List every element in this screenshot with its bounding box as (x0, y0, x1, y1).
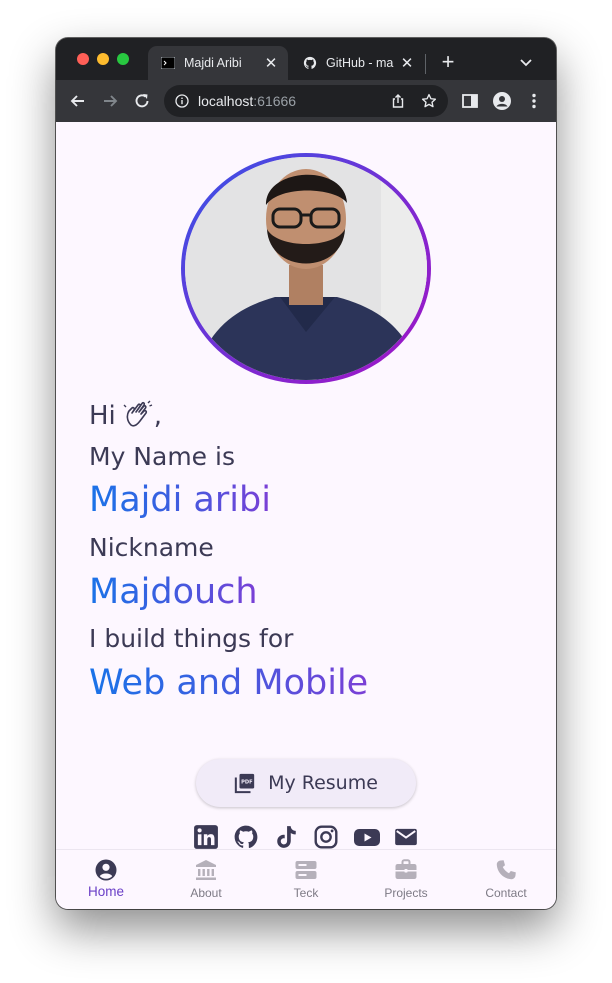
linkedin-icon[interactable] (193, 824, 219, 850)
close-tab-icon[interactable]: ✕ (260, 54, 282, 72)
name-value: Majdi aribi (89, 480, 271, 520)
kebab-menu-icon[interactable] (524, 91, 544, 111)
nav-item-contact[interactable]: Contact (456, 850, 556, 909)
nav-item-about[interactable]: About (156, 850, 256, 909)
phone-icon (494, 858, 518, 882)
nav-item-label: Teck (293, 886, 319, 900)
info-icon[interactable] (175, 94, 189, 108)
tab-majdi-aribi[interactable]: Majdi Aribi ✕ (148, 46, 288, 80)
back-icon[interactable] (68, 91, 88, 111)
social-links (193, 824, 423, 852)
page-content: Hi, My Name is Majdi aribi Nickname Majd… (56, 122, 556, 909)
new-tab-icon[interactable]: + (437, 50, 459, 74)
share-icon[interactable] (390, 93, 406, 109)
name-label: My Name is (89, 442, 235, 471)
bookmark-star-icon[interactable] (420, 92, 438, 110)
tab-title: GitHub - ma (326, 56, 394, 70)
mail-icon[interactable] (393, 824, 419, 850)
bottom-navigation: Home About Teck Projects Contact (56, 849, 556, 909)
address-bar[interactable]: localhost:61666 (164, 85, 448, 117)
terminal-icon (161, 56, 175, 70)
instagram-icon[interactable] (313, 824, 339, 850)
github-icon[interactable] (233, 824, 259, 850)
browser-window: Majdi Aribi ✕ GitHub - ma ✕ + localhost:… (56, 38, 556, 909)
build-value: Web and Mobile (89, 663, 369, 703)
nickname-value: Majdouch (89, 572, 258, 612)
profile-icon[interactable] (492, 91, 512, 111)
reload-icon[interactable] (132, 91, 152, 111)
chevron-down-icon[interactable] (516, 52, 536, 72)
waving-hand-icon (122, 399, 154, 429)
youtube-icon[interactable] (353, 824, 381, 850)
greeting-text: Hi (89, 401, 116, 431)
github-icon (303, 56, 317, 70)
nav-item-label: Contact (485, 886, 527, 900)
pdf-icon: PDF (234, 772, 256, 794)
maximize-window-button[interactable] (117, 53, 129, 65)
nav-item-home[interactable]: Home (56, 850, 156, 909)
minimize-window-button[interactable] (97, 53, 109, 65)
tiktok-icon[interactable] (273, 824, 299, 850)
close-tab-icon[interactable]: ✕ (396, 54, 418, 72)
storage-icon (294, 858, 318, 882)
account-circle-icon (94, 858, 118, 882)
greeting-comma: , (153, 401, 163, 431)
profile-photo (185, 157, 427, 380)
resume-button[interactable]: PDF My Resume (196, 759, 416, 807)
tab-divider (425, 54, 426, 74)
tab-title: Majdi Aribi (184, 56, 242, 70)
nav-item-label: Projects (384, 886, 428, 900)
side-panel-icon[interactable] (460, 91, 480, 111)
nav-item-label: About (190, 886, 222, 900)
nav-item-label: Home (87, 884, 124, 899)
url-host: localhost (198, 93, 254, 109)
avatar (181, 153, 431, 384)
close-window-button[interactable] (77, 53, 89, 65)
svg-text:PDF: PDF (241, 779, 253, 785)
avatar-crop-band (180, 122, 432, 153)
url-text[interactable]: localhost:61666 (198, 93, 296, 109)
url-port: :61666 (253, 93, 297, 109)
tab-github[interactable]: GitHub - ma ✕ (290, 46, 424, 80)
resume-button-label: My Resume (268, 772, 378, 794)
briefcase-icon (394, 858, 418, 882)
bank-icon (194, 858, 218, 882)
nav-item-projects[interactable]: Projects (356, 850, 456, 909)
nickname-label: Nickname (89, 533, 214, 562)
browser-toolbar: localhost:61666 (56, 80, 556, 122)
title-bar: Majdi Aribi ✕ GitHub - ma ✕ + (56, 38, 556, 80)
nav-item-teck[interactable]: Teck (256, 850, 356, 909)
build-label: I build things for (89, 624, 294, 653)
greeting-line: Hi, (89, 399, 162, 431)
forward-icon[interactable] (100, 91, 120, 111)
